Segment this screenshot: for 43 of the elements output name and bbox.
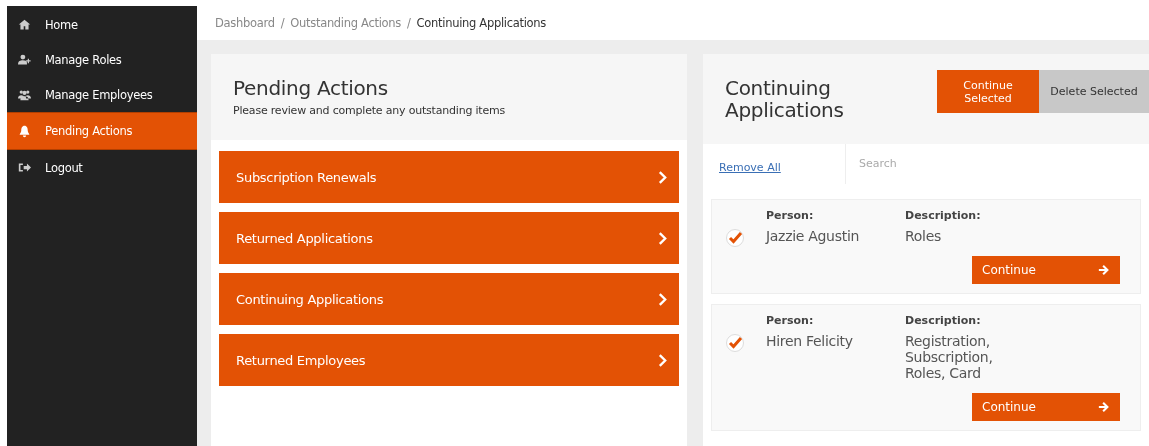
nav-item[interactable]: Pending Actions (7, 112, 197, 150)
chevron-right-icon (658, 353, 667, 367)
chevron-right-icon (658, 231, 667, 245)
breadcrumb-separator: / (407, 16, 411, 30)
panel-title: Pending Actions (233, 76, 389, 100)
continue-button[interactable]: Continue (972, 393, 1120, 421)
arrow-right-icon (1098, 401, 1110, 413)
continue-button[interactable]: Continue (972, 255, 1120, 284)
breadcrumb-separator: / (280, 16, 285, 30)
chevron-right-icon (658, 170, 667, 184)
field-label: Person: (766, 313, 815, 327)
delete-selected-button[interactable]: Delete Selected (1039, 70, 1149, 113)
checkbox[interactable] (726, 228, 744, 247)
arrow-right-icon (1098, 263, 1110, 276)
nav-item[interactable]: Logout (7, 150, 197, 185)
breadcrumb-link[interactable]: Dashboard (215, 16, 275, 30)
checkbox[interactable] (726, 333, 744, 352)
field-label: Description: (905, 313, 982, 327)
action-button[interactable]: Continuing Applications (219, 273, 679, 325)
users-icon (18, 88, 31, 101)
search-field[interactable]: Search (845, 143, 1149, 184)
nav-item[interactable]: Manage Employees (7, 77, 197, 112)
user-plus-icon (18, 53, 31, 66)
field-label: Person: (766, 208, 815, 222)
field-label: Description: (905, 208, 982, 222)
description-text: Roles (905, 227, 942, 244)
chevron-right-icon (658, 292, 667, 306)
description-text: Registration, Subscription, Roles, Card (905, 332, 994, 381)
person-name: Jazzie Agustin (766, 227, 861, 244)
bell-icon (18, 124, 31, 138)
home-icon (18, 18, 31, 31)
panel-title: Continuing Applications (725, 76, 845, 121)
panel-subtitle: Please review and complete any outstanding items (233, 104, 507, 117)
nav-item[interactable]: Manage Roles (7, 42, 197, 77)
continue-selected-button[interactable]: Continue Selected (937, 70, 1039, 113)
action-button[interactable]: Returned Employees (219, 334, 679, 386)
breadcrumb-link[interactable]: Outstanding Actions (290, 16, 401, 30)
nav-item[interactable]: Home (7, 7, 197, 42)
action-button[interactable]: Subscription Renewals (219, 151, 679, 203)
person-name: Hiren Felicity (766, 332, 854, 349)
action-button[interactable]: Returned Applications (219, 212, 679, 264)
logout-icon (18, 161, 31, 174)
breadcrumb-link[interactable]: Continuing Applications (416, 16, 546, 30)
